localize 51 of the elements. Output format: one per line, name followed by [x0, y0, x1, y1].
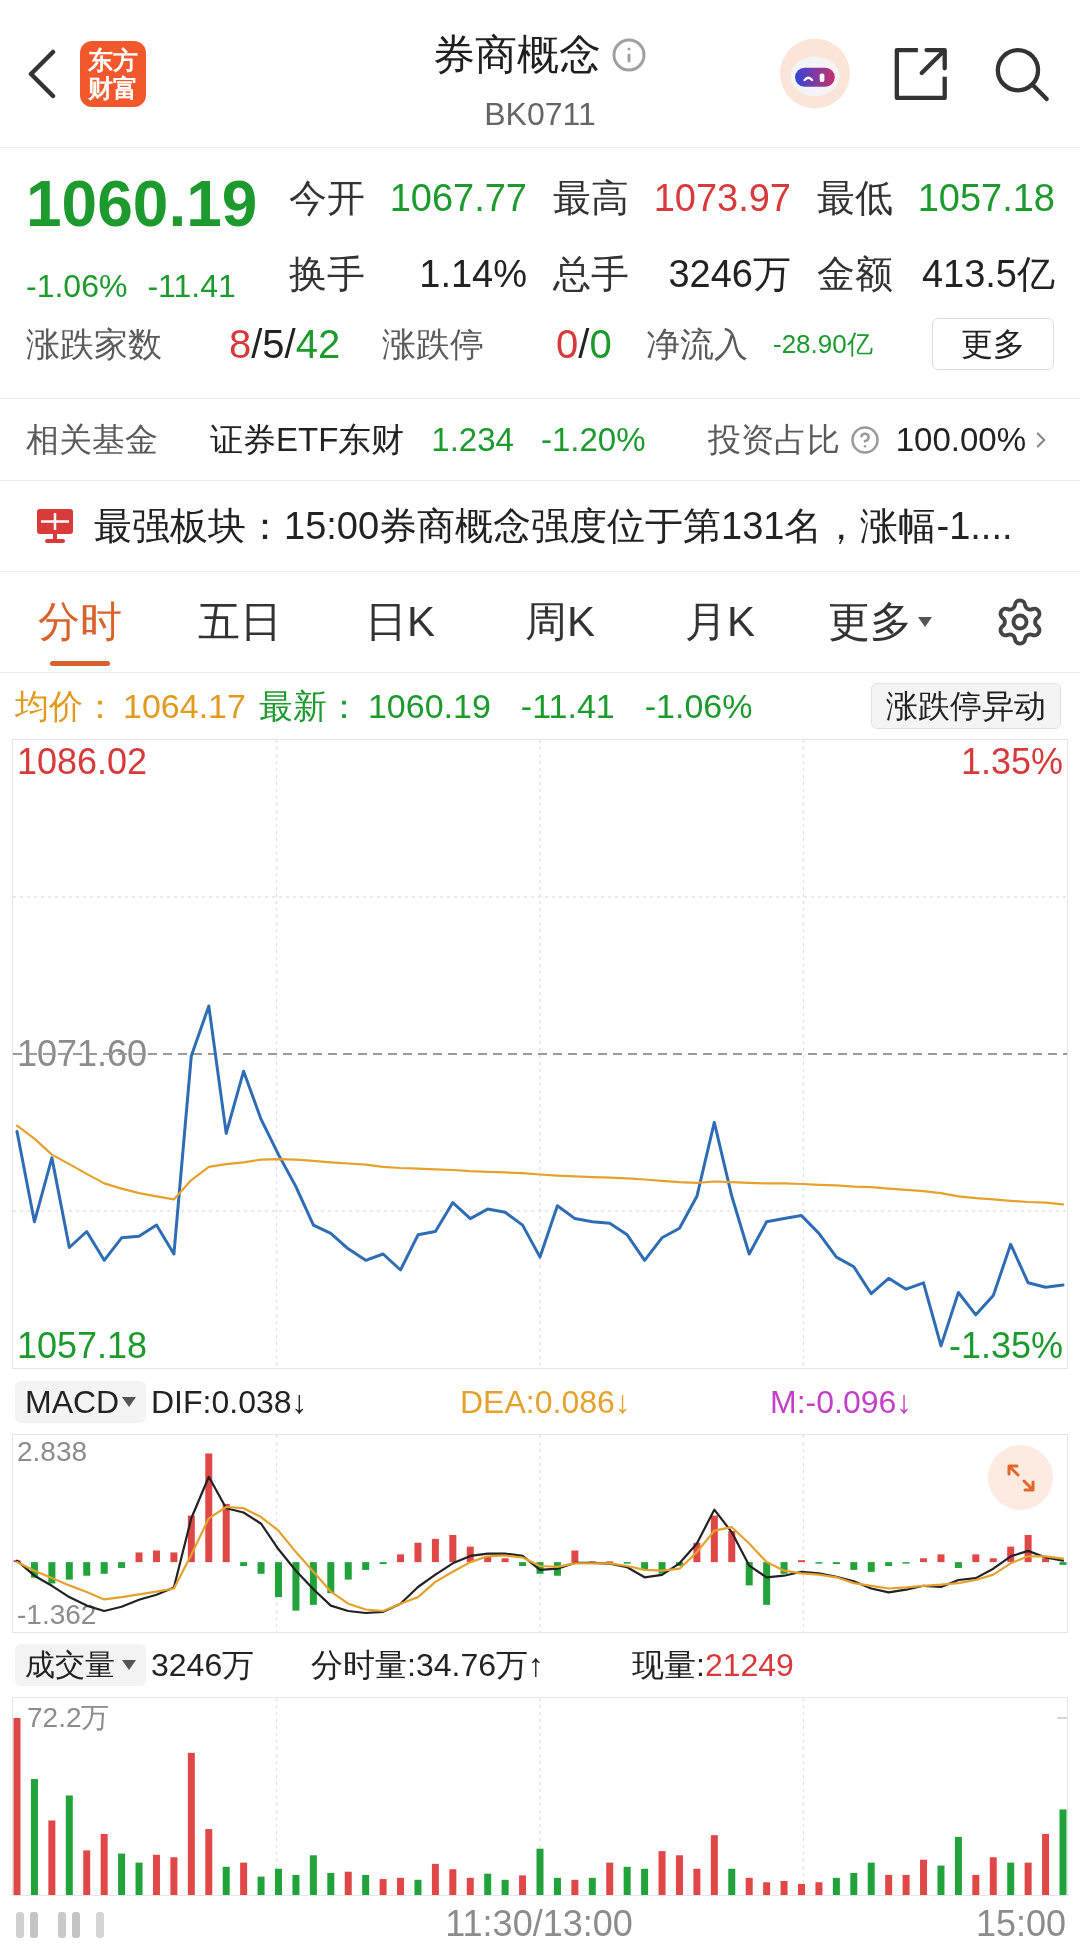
time-axis-label: 11:30/13:00 [445, 1904, 633, 1944]
latest-change-percent: -1.06% [644, 686, 753, 726]
inflow-label: 净流入 [646, 325, 748, 363]
ratio-label: 投资占比 [707, 419, 840, 460]
change-amount: -11.41 [147, 268, 236, 304]
average-price-label: 均价： [15, 686, 117, 726]
price-axis-label: 1057.18 [17, 1325, 148, 1366]
last-price: 1060.19 [26, 172, 258, 236]
fund-change: -1.20% [540, 419, 646, 460]
indicator-value: M:-0.096↓ [770, 1383, 913, 1420]
percent-axis-label: 1.35% [960, 742, 1063, 783]
indicator-value: DIF:0.038↓ [151, 1383, 308, 1420]
volume-stat: 3246万 [151, 1647, 255, 1683]
change-percent: -1.06% [26, 268, 128, 304]
latest-price-label: 最新： [258, 686, 361, 726]
stat-label: 今开 [289, 176, 365, 220]
stat-label: 最低 [817, 176, 893, 220]
fund-label: 相关基金 [26, 420, 158, 458]
latest-price-value: 1060.19 [367, 686, 491, 726]
limit-label: 涨跌停 [382, 325, 484, 363]
stat-label: 最高 [553, 176, 629, 220]
sector-code: BK0711 [484, 95, 596, 133]
latest-change: -11.41 [520, 686, 615, 726]
stat-value: 1073.97 [653, 176, 791, 220]
limit-count: 0/0 [556, 322, 612, 366]
volume-stat: 现量:21249 [632, 1647, 794, 1683]
volume-stat: 分时量:34.76万↑ [311, 1647, 544, 1683]
breadth-label: 涨跌家数 [26, 325, 162, 363]
stat-value: 1067.77 [389, 176, 527, 220]
ratio-value: 100.00% [895, 419, 1026, 460]
inflow-value: -28.90亿 [773, 329, 873, 359]
stat-value: 1057.18 [917, 176, 1055, 220]
indicator-value: DEA:0.086↓ [460, 1383, 631, 1420]
fund-price: 1.234 [431, 419, 514, 460]
app-logo: 东方财富 [80, 40, 146, 107]
stat-value: 3246万 [668, 252, 791, 296]
stat-label: 金额 [817, 252, 893, 296]
average-price-value: 1064.17 [123, 686, 246, 726]
stat-value: 413.5亿 [921, 252, 1055, 296]
macd-axis-label: 2.838 [17, 1436, 88, 1468]
percent-axis-label: -1.35% [948, 1325, 1063, 1366]
stat-label: 总手 [553, 252, 629, 296]
time-axis-label: 15:00 [975, 1904, 1066, 1944]
price-axis-label: 1086.02 [17, 742, 148, 783]
advance-decline-count: 8/5/42 [229, 322, 341, 366]
stat-label: 换手 [289, 252, 365, 296]
volume-axis-label: 72.2万 [27, 1702, 110, 1734]
price-axis-label: 1071.60 [17, 1034, 148, 1074]
macd-axis-label: -1.362 [17, 1599, 97, 1631]
page-title: 券商概念 [433, 30, 601, 80]
stat-value: 1.14% [419, 252, 527, 296]
